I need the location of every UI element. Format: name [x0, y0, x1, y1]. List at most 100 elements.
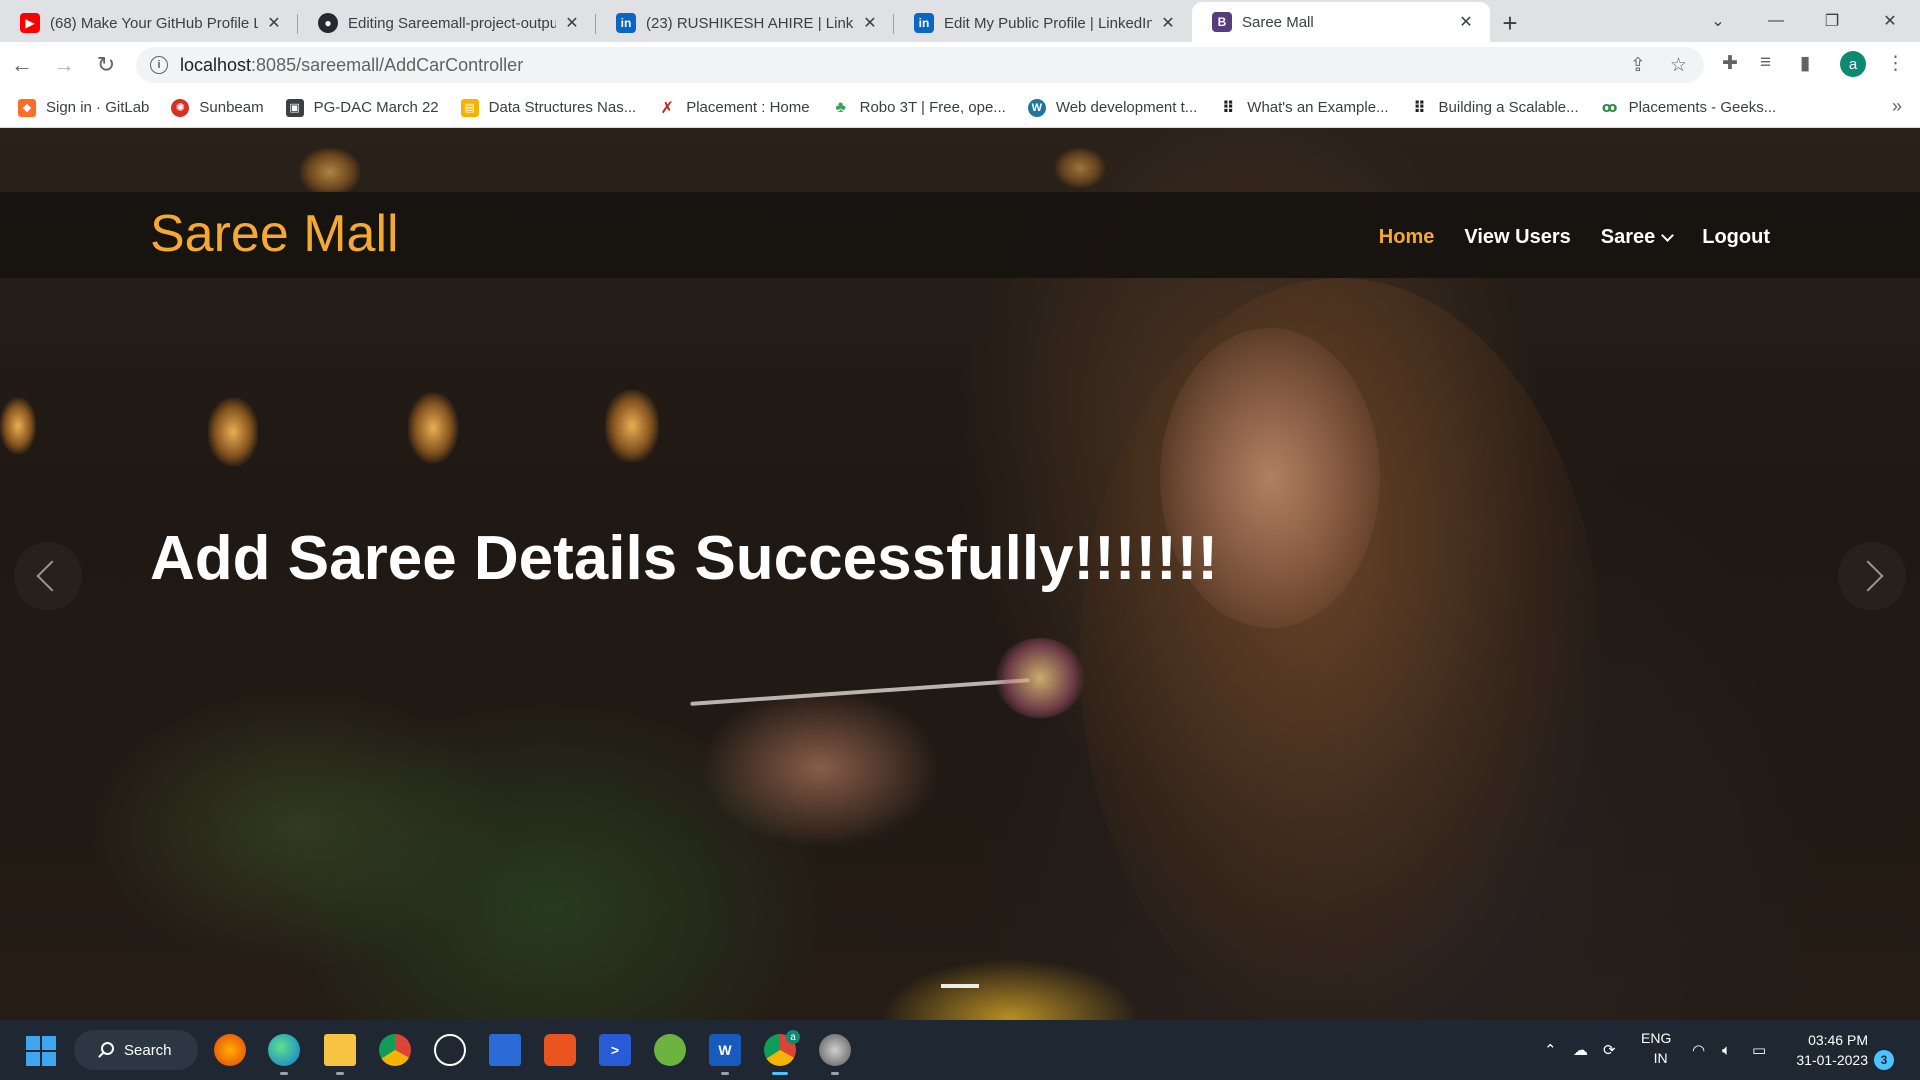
- bookmark-item[interactable]: ▤ Data Structures Nas...: [460, 98, 636, 117]
- extensions-puzzle-icon[interactable]: ✚: [1722, 52, 1738, 75]
- ubuntu-icon[interactable]: [544, 1034, 576, 1066]
- bookmark-item[interactable]: ⠿ What's an Example...: [1219, 99, 1389, 117]
- linkedin-icon: in: [616, 13, 636, 33]
- bookmark-label: Robo 3T | Free, ope...: [859, 99, 1006, 116]
- bookmark-item[interactable]: ✗ Placement : Home: [658, 99, 810, 117]
- new-tab-icon[interactable]: +: [1490, 4, 1530, 42]
- wordpress-icon: W: [1027, 98, 1046, 117]
- back-arrow-icon[interactable]: ←: [2, 47, 42, 83]
- nav-label: Home: [1378, 226, 1435, 248]
- close-tab-icon[interactable]: ✕: [860, 13, 880, 33]
- bookmark-item[interactable]: ꝏ Placements - Geeks...: [1601, 99, 1776, 117]
- running-indicator: [831, 1072, 839, 1075]
- minimize-icon[interactable]: —: [1748, 0, 1804, 42]
- search-label: Search: [124, 1041, 172, 1059]
- running-indicator: [280, 1072, 288, 1075]
- browser-tab[interactable]: ▶ (68) Make Your GitHub Profile Lo ✕: [0, 4, 298, 42]
- tab-title: (23) RUSHIKESH AHIRE | LinkedIn: [646, 14, 854, 32]
- browser-toolbar: ← → ↻ i localhost:8085/sareemall/AddCarC…: [0, 42, 1920, 88]
- browser-tab[interactable]: ● Editing Sareemall-project-output ✕: [298, 4, 596, 42]
- bookmark-item[interactable]: W Web development t...: [1027, 98, 1197, 117]
- plate-shape: [880, 958, 1140, 1020]
- notification-count-badge[interactable]: 3: [1874, 1050, 1894, 1070]
- background-light: [605, 390, 659, 462]
- nav-view-users-link[interactable]: View Users: [1464, 226, 1570, 249]
- reload-icon[interactable]: ↻: [86, 47, 126, 83]
- tab-title: Edit My Public Profile | LinkedIn: [944, 14, 1152, 32]
- tray-chevron-up-icon[interactable]: ⌃: [1544, 1020, 1557, 1080]
- cloud-app-icon[interactable]: [434, 1034, 466, 1066]
- bookmark-item[interactable]: ▣ PG-DAC March 22: [285, 98, 439, 117]
- carousel-next-button[interactable]: [1838, 542, 1906, 610]
- taskbar-clock[interactable]: 03:46 PM 31-01-2023: [1790, 1030, 1868, 1070]
- bookmark-item[interactable]: ♣ Robo 3T | Free, ope...: [832, 98, 1006, 117]
- nav-saree-dropdown[interactable]: Saree: [1600, 226, 1675, 249]
- powershell-icon[interactable]: >: [599, 1034, 631, 1066]
- sync-icon[interactable]: ⟳: [1603, 1020, 1616, 1080]
- chrome-icon[interactable]: [379, 1034, 411, 1066]
- taskbar-search-button[interactable]: Search: [74, 1030, 198, 1070]
- robo3t-icon: ♣: [835, 98, 846, 116]
- profile-avatar[interactable]: a: [1840, 51, 1866, 77]
- close-tab-icon[interactable]: ✕: [562, 13, 582, 33]
- running-indicator: [336, 1072, 344, 1075]
- browser-tab-active[interactable]: B Saree Mall ✕: [1192, 2, 1490, 42]
- language-indicator[interactable]: ENG IN: [1641, 1028, 1671, 1068]
- windows-start-icon[interactable]: [26, 1036, 56, 1066]
- site-nav-links: Home View Users Saree Logout: [1349, 226, 1770, 249]
- chevron-down-icon: [1661, 229, 1675, 242]
- edge-icon[interactable]: [268, 1034, 300, 1075]
- address-bar[interactable]: i localhost:8085/sareemall/AddCarControl…: [136, 47, 1704, 83]
- nav-label: View Users: [1464, 226, 1571, 248]
- close-tab-icon[interactable]: ✕: [1158, 13, 1178, 33]
- network-app-icon[interactable]: [489, 1034, 521, 1066]
- url-path: :8085/sareemall/AddCarController: [251, 54, 524, 75]
- contact-card-icon: ▣: [285, 98, 304, 117]
- region-code: IN: [1653, 1050, 1668, 1066]
- browser-tab[interactable]: in (23) RUSHIKESH AHIRE | LinkedIn ✕: [596, 4, 894, 42]
- carousel-prev-button[interactable]: [14, 542, 82, 610]
- browser-tab[interactable]: in Edit My Public Profile | LinkedIn ✕: [894, 4, 1192, 42]
- restore-icon[interactable]: ❐: [1804, 0, 1860, 42]
- background-light: [0, 398, 36, 454]
- bookmark-label: PG-DAC March 22: [313, 99, 439, 116]
- wifi-icon[interactable]: ◠: [1692, 1020, 1705, 1080]
- site-brand-logo[interactable]: Saree Mall: [150, 204, 399, 264]
- bookmark-label: Sign in · GitLab: [46, 99, 150, 116]
- chrome-menu-icon[interactable]: ⋮: [1886, 52, 1905, 75]
- nav-home-link[interactable]: Home: [1379, 226, 1435, 249]
- settings-gear-icon[interactable]: [819, 1034, 851, 1075]
- bookmark-item[interactable]: ⠿ Building a Scalable...: [1411, 99, 1578, 117]
- side-panel-icon[interactable]: ▮: [1800, 52, 1810, 75]
- youtube-icon: ▶: [20, 13, 40, 33]
- chevron-right-icon: [1852, 560, 1884, 592]
- word-icon[interactable]: W: [709, 1034, 741, 1075]
- carousel-indicator[interactable]: [941, 984, 979, 988]
- onedrive-cloud-icon[interactable]: ☁: [1573, 1020, 1588, 1080]
- spring-tools-icon[interactable]: [654, 1034, 686, 1066]
- bookmark-star-icon[interactable]: ☆: [1670, 54, 1687, 77]
- nav-logout-link[interactable]: Logout: [1702, 226, 1770, 249]
- close-window-icon[interactable]: ✕: [1862, 0, 1918, 42]
- tab-search-chevron-icon[interactable]: ⌄: [1690, 0, 1746, 42]
- media-control-icon[interactable]: ≡: [1760, 52, 1771, 74]
- file-explorer-icon[interactable]: [324, 1034, 356, 1075]
- clock-date: 31-01-2023: [1796, 1052, 1868, 1068]
- share-icon[interactable]: ⇪: [1630, 54, 1646, 77]
- bookmark-item[interactable]: ✺ Sunbeam: [171, 98, 264, 117]
- more-bookmarks-icon[interactable]: »: [1892, 96, 1902, 117]
- tab-title: Editing Sareemall-project-output: [348, 14, 556, 32]
- search-icon: [101, 1042, 114, 1055]
- forward-arrow-icon[interactable]: →: [44, 47, 84, 83]
- nav-label: Saree: [1600, 226, 1656, 248]
- battery-icon[interactable]: ▭: [1752, 1020, 1766, 1080]
- github-icon: ●: [318, 13, 338, 33]
- site-info-icon[interactable]: i: [150, 56, 168, 74]
- active-indicator: [772, 1072, 788, 1075]
- volume-icon[interactable]: 🔈︎: [1722, 1020, 1731, 1080]
- firefox-icon[interactable]: [214, 1034, 246, 1066]
- close-tab-icon[interactable]: ✕: [264, 13, 284, 33]
- bookmark-item[interactable]: ◆ Sign in · GitLab: [18, 98, 150, 117]
- background-light: [208, 398, 258, 466]
- close-tab-icon[interactable]: ✕: [1456, 12, 1476, 32]
